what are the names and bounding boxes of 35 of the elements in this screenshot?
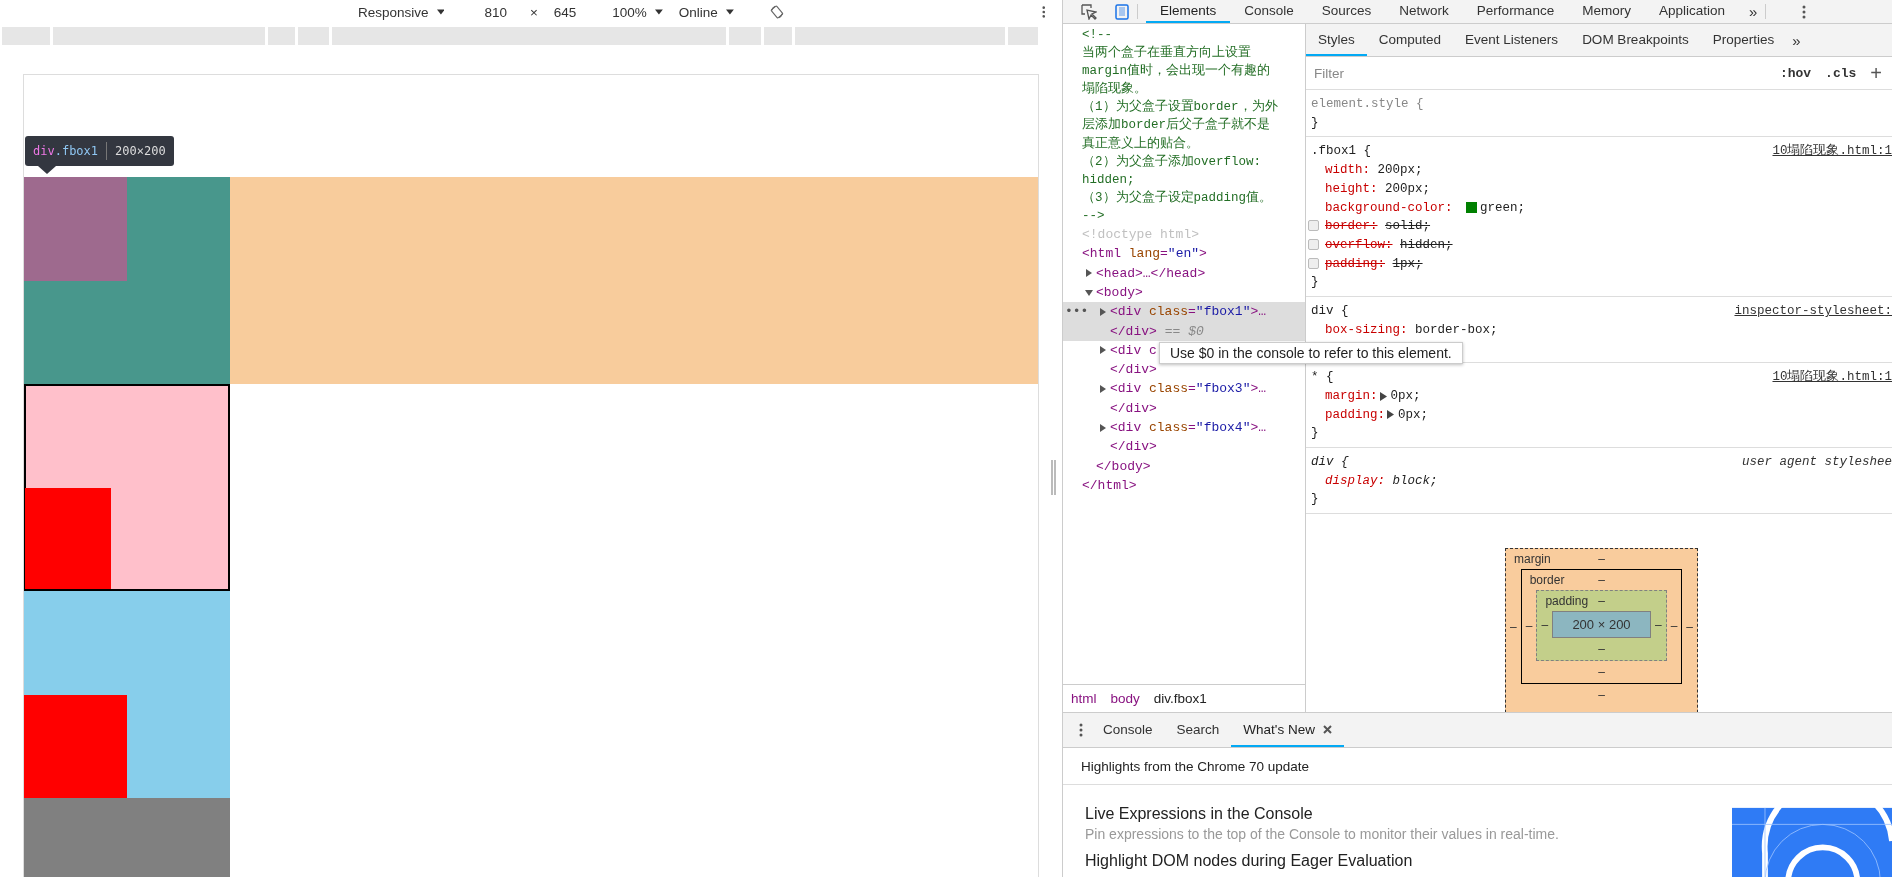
closing-brace: } (1311, 275, 1319, 290)
box-label: border (1528, 573, 1566, 588)
box-value: – (1685, 619, 1694, 634)
element-size: 200×200 (115, 144, 166, 158)
times-sign: × (529, 4, 538, 20)
box-value: – (1598, 594, 1605, 609)
css-selector: div { (1311, 303, 1349, 321)
tooltip: Use $0 in the console to refer to this element. (1159, 342, 1463, 364)
closing-brace: } (1311, 492, 1319, 507)
content-box: 200 × 200 (1552, 611, 1651, 639)
box-value: – (1540, 617, 1550, 632)
box-value: – (1669, 618, 1679, 633)
box-value: – (1598, 573, 1605, 588)
box-value: – (1509, 619, 1518, 634)
box-label: margin (1513, 552, 1552, 567)
css-selector: element.style { (1311, 96, 1424, 113)
box-value: – (1598, 552, 1605, 567)
closing-brace: } (1311, 115, 1319, 130)
box-value: – (1597, 641, 1606, 659)
element-label: div.fbox1 (33, 144, 99, 158)
closing-tag: </html> (1063, 475, 1305, 496)
box-value: – (1524, 618, 1534, 633)
box-value: – (1597, 687, 1606, 705)
drawer-header: Highlights from the Chrome 70 update (1063, 748, 1892, 785)
css-selector: div { (1311, 453, 1349, 471)
css-selector: .fbox1 { (1311, 143, 1371, 161)
css-selector: * { (1311, 369, 1334, 387)
closing-brace: } (1311, 426, 1319, 441)
comment-text: <!-- 当两个盒子在垂直方向上设置 margin值时，会出现一个有趣的 塌陷现象。 （1）为父盒子设置border，为外 层添加border后父子盒子就不是 真正意义上的贴合。 （2）为父盒子添加overflow: hidden; （3）为父盒子设定padding值。 --> (1081, 27, 1279, 225)
box-label: padding (1544, 594, 1590, 609)
feature-description: Pin expressions to the top of the Console to monitor their values in real-time. (1085, 825, 1560, 844)
box-value: – (1597, 664, 1606, 682)
closing-tag: </body> (1063, 456, 1305, 476)
box-value: – (1653, 617, 1663, 632)
doctype-text: <!doctype html> (1081, 226, 1201, 245)
